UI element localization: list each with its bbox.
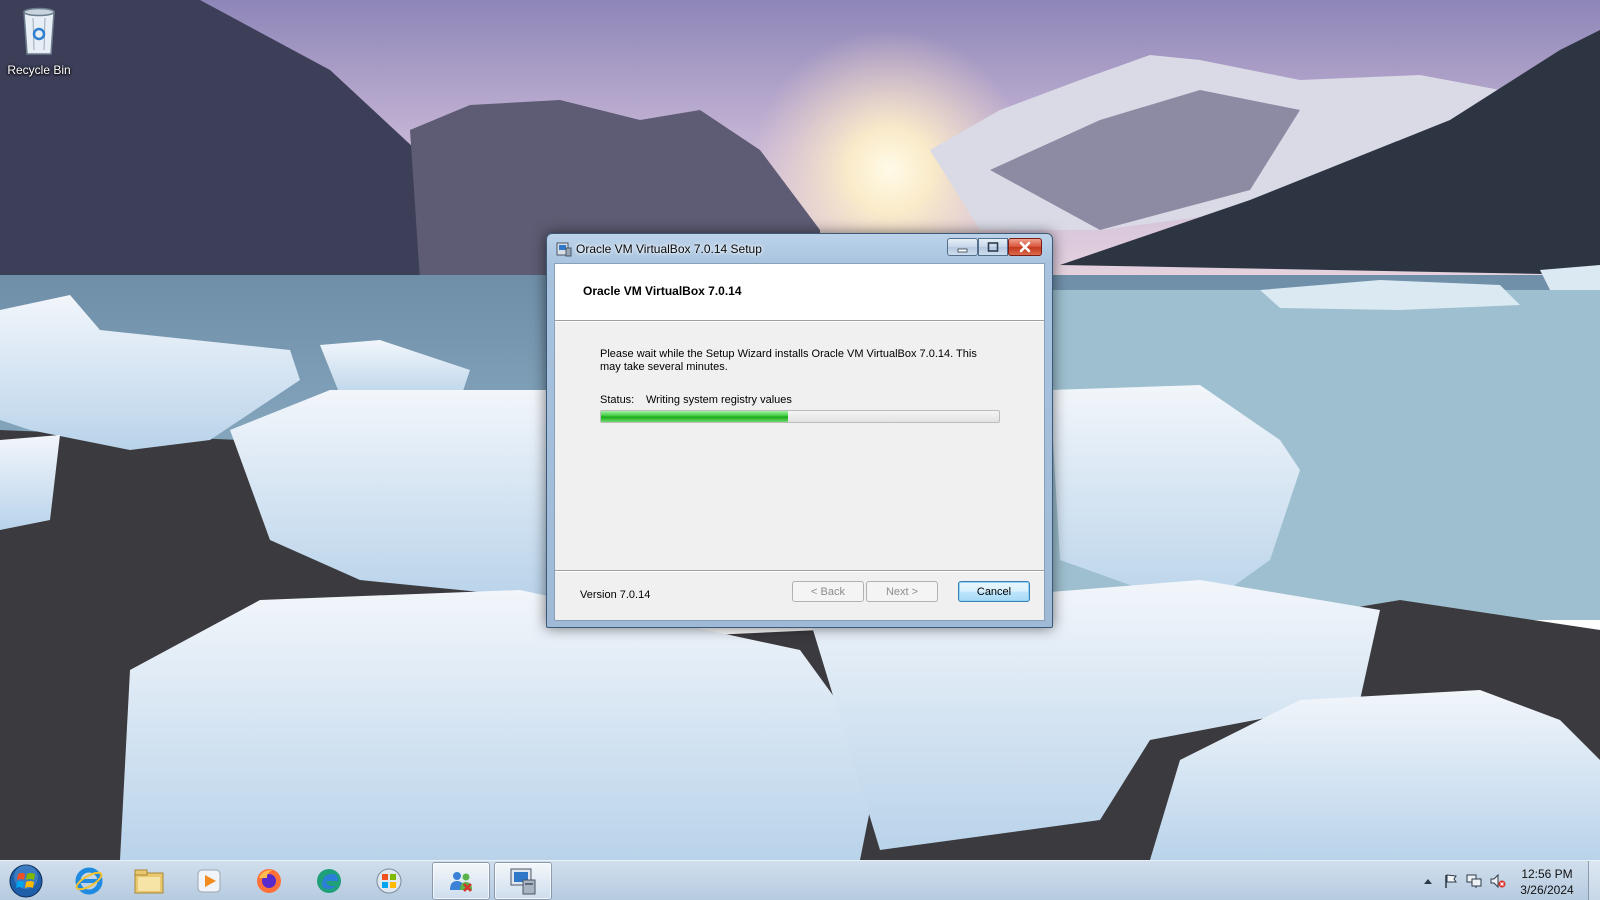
taskbar-setup-installer[interactable] (494, 862, 552, 900)
network-icon[interactable] (1466, 873, 1482, 889)
windows-logo-icon (376, 868, 402, 894)
install-description: Please wait while the Setup Wizard insta… (600, 348, 977, 373)
version-label: Version 7.0.14 (580, 589, 651, 601)
show-hidden-icons-icon[interactable] (1420, 873, 1436, 889)
start-button[interactable] (4, 862, 48, 900)
taskbar: 12:56 PM 3/26/2024 (0, 860, 1600, 900)
taskbar-edge[interactable] (300, 862, 358, 900)
desktop-icon-label: Recycle Bin (7, 63, 71, 77)
media-player-icon (197, 869, 221, 893)
taskbar-firefox[interactable] (240, 862, 298, 900)
clock-time[interactable]: 12:56 PM (1512, 867, 1582, 881)
maximize-button[interactable] (978, 238, 1008, 256)
install-progress-fill (601, 411, 789, 422)
window-titlebar[interactable]: Oracle VM VirtualBox 7.0.14 Setup (547, 234, 1052, 263)
setup-installer-icon (510, 868, 536, 895)
taskbar-users-app[interactable] (432, 862, 490, 900)
setup-window: Oracle VM VirtualBox 7.0.14 Setup Oracle… (546, 233, 1053, 628)
next-button[interactable]: Next > (866, 581, 938, 602)
close-icon (1019, 241, 1031, 253)
users-icon (450, 872, 472, 892)
desktop-icon-recycle-bin[interactable]: Recycle Bin (4, 6, 74, 77)
installer-app-icon (556, 242, 572, 257)
footer-divider (555, 570, 1044, 571)
install-progress-bar (600, 410, 1000, 423)
status-label: Status: (600, 394, 635, 406)
taskbar-internet-explorer[interactable] (60, 862, 118, 900)
cancel-button[interactable]: Cancel (958, 581, 1030, 602)
header-panel: Oracle VM VirtualBox 7.0.14 (555, 264, 1044, 321)
edge-icon (317, 869, 341, 893)
clock-date[interactable]: 3/26/2024 (1512, 883, 1582, 897)
window-client-area: Oracle VM VirtualBox 7.0.14 Please wait … (554, 263, 1045, 621)
header-divider (555, 321, 1044, 322)
taskbar-file-explorer[interactable] (120, 862, 178, 900)
action-center-flag-icon[interactable] (1443, 873, 1459, 889)
minimize-icon (957, 248, 967, 253)
start-orb-icon (9, 864, 43, 898)
status-value: Writing system registry values (646, 394, 792, 406)
maximize-icon (987, 242, 999, 252)
header-title: Oracle VM VirtualBox 7.0.14 (583, 284, 742, 298)
recycle-bin-icon (23, 7, 55, 55)
firefox-icon (257, 869, 281, 893)
close-button[interactable] (1008, 238, 1042, 256)
show-desktop-button[interactable] (1588, 861, 1600, 900)
file-explorer-icon (134, 869, 164, 894)
internet-explorer-icon (75, 867, 103, 895)
taskbar-media-player[interactable] (180, 862, 238, 900)
window-title: Oracle VM VirtualBox 7.0.14 Setup (576, 242, 762, 256)
taskbar-windows-app[interactable] (360, 862, 418, 900)
minimize-button[interactable] (947, 238, 978, 256)
volume-muted-icon[interactable] (1490, 873, 1506, 889)
back-button[interactable]: < Back (792, 581, 864, 602)
